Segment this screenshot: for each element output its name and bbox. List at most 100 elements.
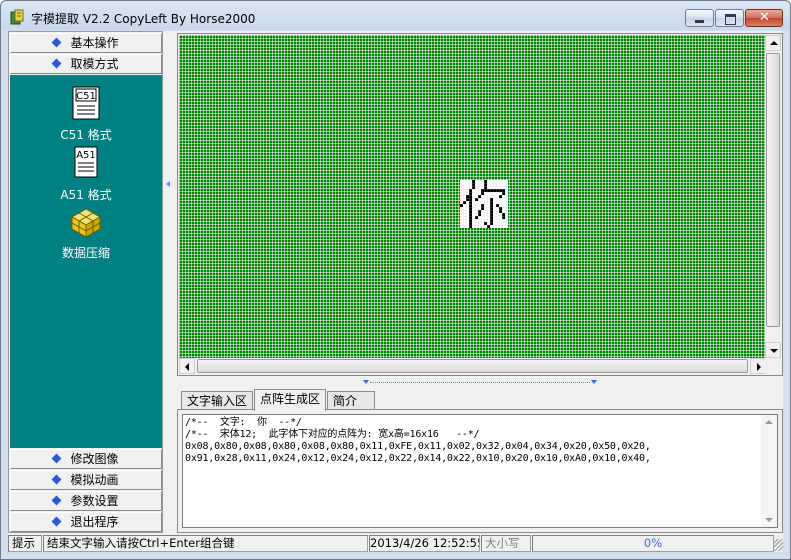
tool-label: A51 格式	[60, 188, 112, 202]
output-panel: /*-- 文字: 你 --*//*-- 宋体12; 此字体下对应的点阵为: 宽x…	[177, 409, 783, 533]
glyph-pixel	[472, 180, 475, 183]
tool-a51-format[interactable]: A51 A51 格式	[10, 145, 162, 203]
glyph-pixel	[481, 189, 484, 192]
glyph-pixel	[469, 195, 472, 198]
nav-label: 参数设置	[70, 494, 119, 508]
glyph-pixel	[469, 198, 472, 201]
horizontal-splitter[interactable]	[360, 379, 600, 387]
scroll-right-button[interactable]	[750, 358, 766, 374]
a51-format-icon: A51	[74, 146, 98, 178]
glyph-pixel	[478, 213, 481, 216]
svg-text:C51: C51	[76, 91, 96, 102]
splitter-grip	[370, 382, 590, 383]
glyph-pixel	[490, 207, 493, 210]
maximize-button[interactable]	[715, 9, 744, 27]
vertical-splitter[interactable]	[165, 31, 173, 533]
collapse-down-icon	[591, 380, 597, 384]
scroll-left-button[interactable]	[179, 358, 195, 374]
vertical-scrollbar[interactable]	[765, 35, 781, 358]
arrow-down-icon	[765, 518, 773, 522]
tool-label: C51 格式	[60, 128, 112, 142]
pixel-grid[interactable]	[179, 35, 766, 358]
glyph-pixel	[478, 195, 481, 198]
glyph-pixel	[484, 183, 487, 186]
glyph-pixel	[487, 189, 490, 192]
glyph-pixel	[469, 213, 472, 216]
glyph-pixel	[460, 204, 463, 207]
status-progress: 0%	[532, 535, 774, 552]
glyph-pixel	[478, 210, 481, 213]
glyph-pixel	[499, 189, 502, 192]
app-icon	[10, 9, 24, 25]
tab-text-input[interactable]: 文字输入区	[181, 391, 254, 410]
nav-edit-image[interactable]: 修改图像	[10, 449, 162, 469]
nav-simulate-animation[interactable]: 模拟动画	[10, 470, 162, 490]
glyph-pixel	[490, 189, 493, 192]
glyph-pixel	[481, 192, 484, 195]
diamond-icon	[52, 37, 62, 48]
glyph-pixel	[496, 189, 499, 192]
scroll-down-button[interactable]	[765, 342, 781, 358]
glyph-pixel	[469, 204, 472, 207]
collapse-down-icon	[363, 380, 369, 384]
glyph-pixel	[475, 198, 478, 201]
scroll-thumb-horizontal[interactable]	[197, 359, 748, 373]
scroll-corner	[765, 358, 781, 374]
scroll-up-button[interactable]	[765, 35, 781, 51]
nav-label: 修改图像	[70, 452, 119, 466]
glyph-pixel	[490, 213, 493, 216]
status-hint-label: 提示	[8, 535, 42, 552]
glyph-pixel	[484, 189, 487, 192]
glyph-pixel	[481, 207, 484, 210]
title-bar[interactable]: 字模提取 V2.2 CopyLeft By Horse2000 ✕	[1, 1, 790, 31]
diamond-icon	[52, 453, 62, 464]
status-bar: 提示 结束文字输入请按Ctrl+Enter组合键 2013/4/26 12:52…	[8, 535, 783, 552]
glyph-pixel	[466, 198, 469, 201]
glyph-pixel	[469, 189, 472, 192]
glyph-pixel	[496, 204, 499, 207]
glyph-pixel	[469, 207, 472, 210]
output-line: /*-- 宋体12; 此字体下对应的点阵为: 宽x高=16x16 --*/	[185, 429, 480, 440]
nav-label: 取模方式	[70, 57, 119, 71]
status-hint-text: 结束文字输入请按Ctrl+Enter组合键	[43, 535, 368, 552]
tab-dot-matrix-output[interactable]: 点阵生成区	[254, 389, 327, 411]
glyph-pixel	[484, 180, 487, 183]
glyph-pixel	[499, 207, 502, 210]
minimize-button[interactable]	[685, 9, 714, 27]
tool-data-compress[interactable]: 数据压缩	[10, 205, 162, 261]
maximize-icon	[725, 14, 736, 25]
nav-label: 模拟动画	[70, 473, 119, 487]
output-line: 0x91,0x28,0x11,0x24,0x12,0x24,0x12,0x22,…	[185, 453, 651, 464]
output-scrollbar[interactable]	[761, 415, 777, 527]
tool-label: 数据压缩	[61, 246, 110, 260]
horizontal-scrollbar[interactable]	[179, 358, 766, 374]
data-compress-icon	[70, 208, 102, 238]
glyph-pixel	[463, 201, 466, 204]
glyph-pixel	[502, 192, 505, 195]
nav-mode[interactable]: 取模方式	[10, 54, 162, 74]
nav-settings[interactable]: 参数设置	[10, 491, 162, 511]
glyph-pixel	[466, 195, 469, 198]
resize-grip-icon[interactable]	[773, 539, 783, 551]
close-button[interactable]: ✕	[745, 9, 783, 27]
glyph-pixel	[475, 216, 478, 219]
app-window: 字模提取 V2.2 CopyLeft By Horse2000 ✕ 基本操作 取…	[0, 0, 791, 560]
glyph-pixel	[469, 192, 472, 195]
scroll-thumb-vertical[interactable]	[766, 53, 780, 327]
glyph-pixel	[490, 204, 493, 207]
glyph-pixel	[490, 216, 493, 219]
output-textarea[interactable]: /*-- 文字: 你 --*//*-- 宋体12; 此字体下对应的点阵为: 宽x…	[182, 414, 778, 528]
glyph-pixel	[493, 189, 496, 192]
nav-basic-ops[interactable]: 基本操作	[10, 33, 162, 53]
glyph-pixel	[490, 222, 493, 225]
glyph-pixel	[469, 222, 472, 225]
glyph-pixel	[472, 183, 475, 186]
tab-intro[interactable]: 简介	[327, 391, 375, 410]
glyph-pixel	[490, 198, 493, 201]
glyph-pixel	[469, 216, 472, 219]
minimize-icon	[695, 20, 704, 23]
nav-exit[interactable]: 退出程序	[10, 512, 162, 532]
glyph-pixel	[502, 216, 505, 219]
tool-c51-format[interactable]: C51 C51 格式	[10, 85, 162, 143]
left-nav: 基本操作 取模方式 C51 C51 格式 A51 A51 格式 数据压缩 修改图…	[8, 31, 163, 533]
